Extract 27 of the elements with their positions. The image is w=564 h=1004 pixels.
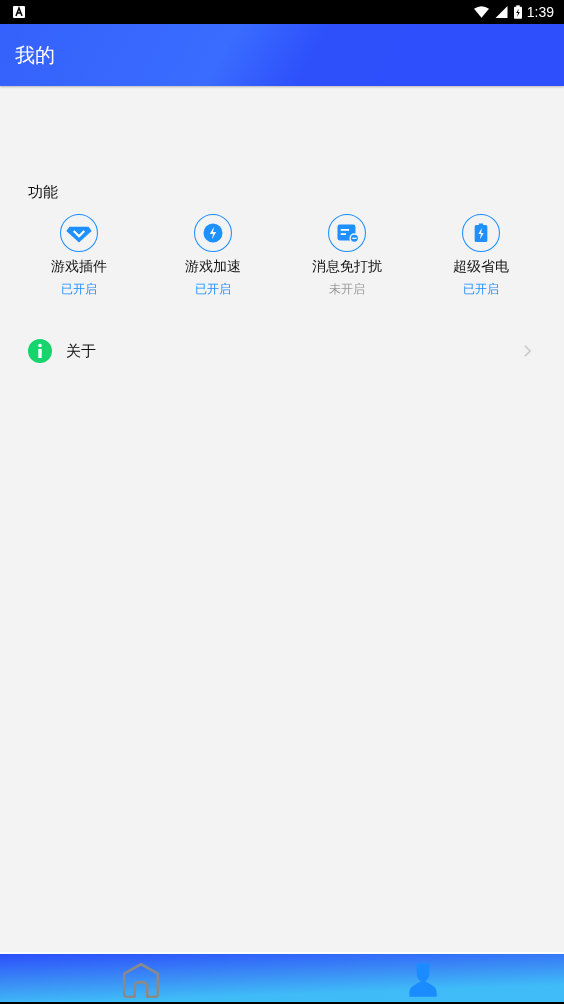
battery-icon: [513, 5, 522, 19]
feature-status: 已开启: [195, 281, 231, 298]
feature-item[interactable]: 游戏插件 已开启: [12, 214, 146, 298]
chevron-icon: [523, 344, 532, 358]
feature-item[interactable]: 消息免打扰 未开启: [280, 214, 414, 298]
clock: 1:39: [526, 4, 554, 20]
feature-item[interactable]: 超级省电 已开启: [414, 214, 548, 298]
feature-label: 游戏插件: [51, 258, 107, 276]
wifi-icon: [473, 6, 489, 18]
lightning-icon: [194, 214, 232, 252]
feature-status: 已开启: [61, 281, 97, 298]
info-icon: [28, 339, 52, 363]
menu-label: 关于: [66, 341, 97, 361]
gem-icon: [60, 214, 98, 252]
section-title: 功能: [27, 183, 59, 202]
signal-icon: [493, 6, 509, 18]
menu-item[interactable]: 关于: [0, 326, 564, 376]
battery-icon: [462, 214, 500, 252]
feature-status: 已开启: [463, 281, 499, 298]
notification-icon: [13, 6, 25, 18]
message-icon: [328, 214, 366, 252]
feature-item[interactable]: 游戏加速 已开启: [146, 214, 280, 298]
page-title: 我的: [15, 41, 55, 69]
feature-status: 未开启: [329, 281, 365, 298]
feature-label: 消息免打扰: [312, 258, 382, 276]
feature-label: 游戏加速: [185, 258, 241, 276]
feature-label: 超级省电: [453, 258, 509, 276]
